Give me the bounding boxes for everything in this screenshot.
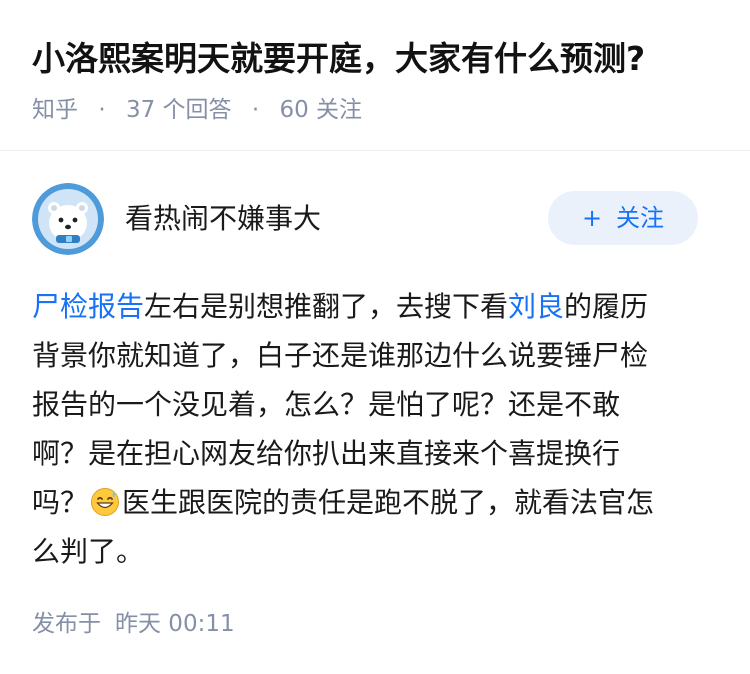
publish-label: 发布于 [32,611,101,637]
follower-count: 60 关注 [279,97,363,123]
answer-line: 啊？是在担心网友给你扒出来直接来个喜提换行 [32,437,621,470]
answer-line: 背景你就知道了，白子还是谁那边什么说要锤尸检 [32,339,649,372]
follow-button[interactable]: + 关注 [548,191,698,245]
answer-line: 吗？ 医生跟医院的责任是跑不脱了，就看法官怎 [32,478,722,527]
meta-separator: · [251,97,260,123]
publish-time: 发布于 昨天 00:11 [32,606,235,642]
answer-text: 医生跟医院的责任是跑不脱了，就看法官怎 [122,486,655,519]
answer-author-bar: 看热闹不嫌事大 + 关注 [32,183,718,255]
link-liu-liang[interactable]: 刘良 [508,290,564,323]
answer-text: 的履历 [564,290,649,323]
link-autopsy-report[interactable]: 尸检报告 [32,290,144,323]
question-header: 小洛熙案明天就要开庭，大家有什么预测? 知乎 · 37 个回答 · 60 关注 [0,0,750,151]
answer-text: 左右是别想推翻了，去搜下看 [144,290,509,323]
grinning-sweat-emoji-icon [90,483,120,516]
source-label[interactable]: 知乎 [32,97,78,123]
answer-line: 报告的一个没见着，怎么？是怕了呢？还是不敢 [32,388,621,421]
question-meta: 知乎 · 37 个回答 · 60 关注 [32,92,362,128]
answer-line: 么判了。 [32,535,145,568]
author-name[interactable]: 看热闹不嫌事大 [125,199,321,239]
follow-label: 关注 [616,204,665,232]
answer-text: 吗？ [32,486,89,519]
publish-timestamp: 昨天 00:11 [115,611,235,637]
avatar-image [32,183,104,255]
answer-content: 尸检报告左右是别想推翻了，去搜下看刘良的履历 背景你就知道了，白子还是谁那边什么… [32,282,722,576]
question-title[interactable]: 小洛熙案明天就要开庭，大家有什么预测? [32,34,645,84]
answer-line: 尸检报告左右是别想推翻了，去搜下看刘良的履历 [32,282,722,331]
avatar[interactable] [32,183,104,255]
meta-separator: · [98,97,106,123]
plus-icon: + [581,204,603,232]
answer-count[interactable]: 37 个回答 [126,97,232,123]
